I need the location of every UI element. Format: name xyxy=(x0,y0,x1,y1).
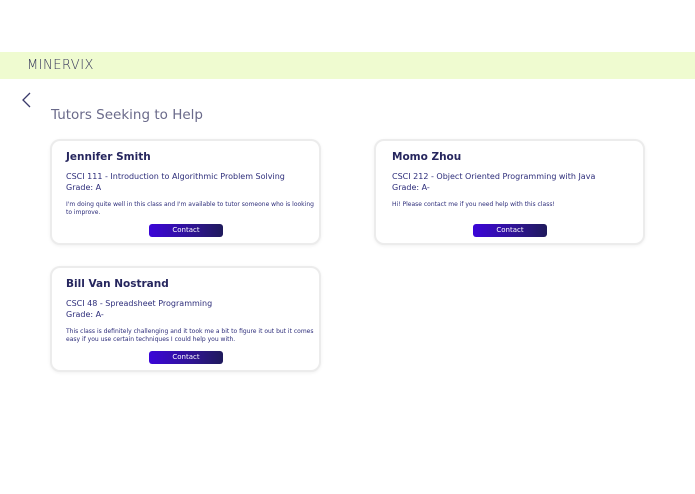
header-bar: MINERVIX xyxy=(0,52,695,79)
contact-button[interactable]: Contact xyxy=(149,224,223,237)
tutor-message: This class is definitely challenging and… xyxy=(66,328,314,343)
tutor-grade: Grade: A xyxy=(66,183,102,192)
tutor-message: Hi! Please contact me if you need help w… xyxy=(392,201,555,208)
tutor-grade: Grade: A- xyxy=(392,183,430,192)
tutor-card-bill-van-nostrand: Bill Van Nostrand CSCI 48 - Spreadsheet … xyxy=(50,266,321,372)
brand-logo[interactable]: MINERVIX xyxy=(27,58,94,73)
chevron-left-icon[interactable] xyxy=(20,91,36,109)
tutor-grade: Grade: A- xyxy=(66,310,104,319)
tutor-name: Jennifer Smith xyxy=(66,151,151,163)
tutor-card-jennifer-smith: Jennifer Smith CSCI 111 - Introduction t… xyxy=(50,139,321,245)
page: MINERVIX Tutors Seeking to Help Jennifer… xyxy=(0,0,695,494)
tutor-name: Momo Zhou xyxy=(392,151,462,163)
tutor-course: CSCI 111 - Introduction to Algorithmic P… xyxy=(66,172,285,181)
page-title: Tutors Seeking to Help xyxy=(51,107,203,123)
tutor-card-momo-zhou: Momo Zhou CSCI 212 - Object Oriented Pro… xyxy=(374,139,645,245)
contact-button[interactable]: Contact xyxy=(473,224,547,237)
tutor-message: I'm doing quite well in this class and I… xyxy=(66,201,314,216)
contact-button[interactable]: Contact xyxy=(149,351,223,364)
tutor-name: Bill Van Nostrand xyxy=(66,278,169,290)
tutor-course: CSCI 212 - Object Oriented Programming w… xyxy=(392,172,596,181)
tutor-course: CSCI 48 - Spreadsheet Programming xyxy=(66,299,213,308)
